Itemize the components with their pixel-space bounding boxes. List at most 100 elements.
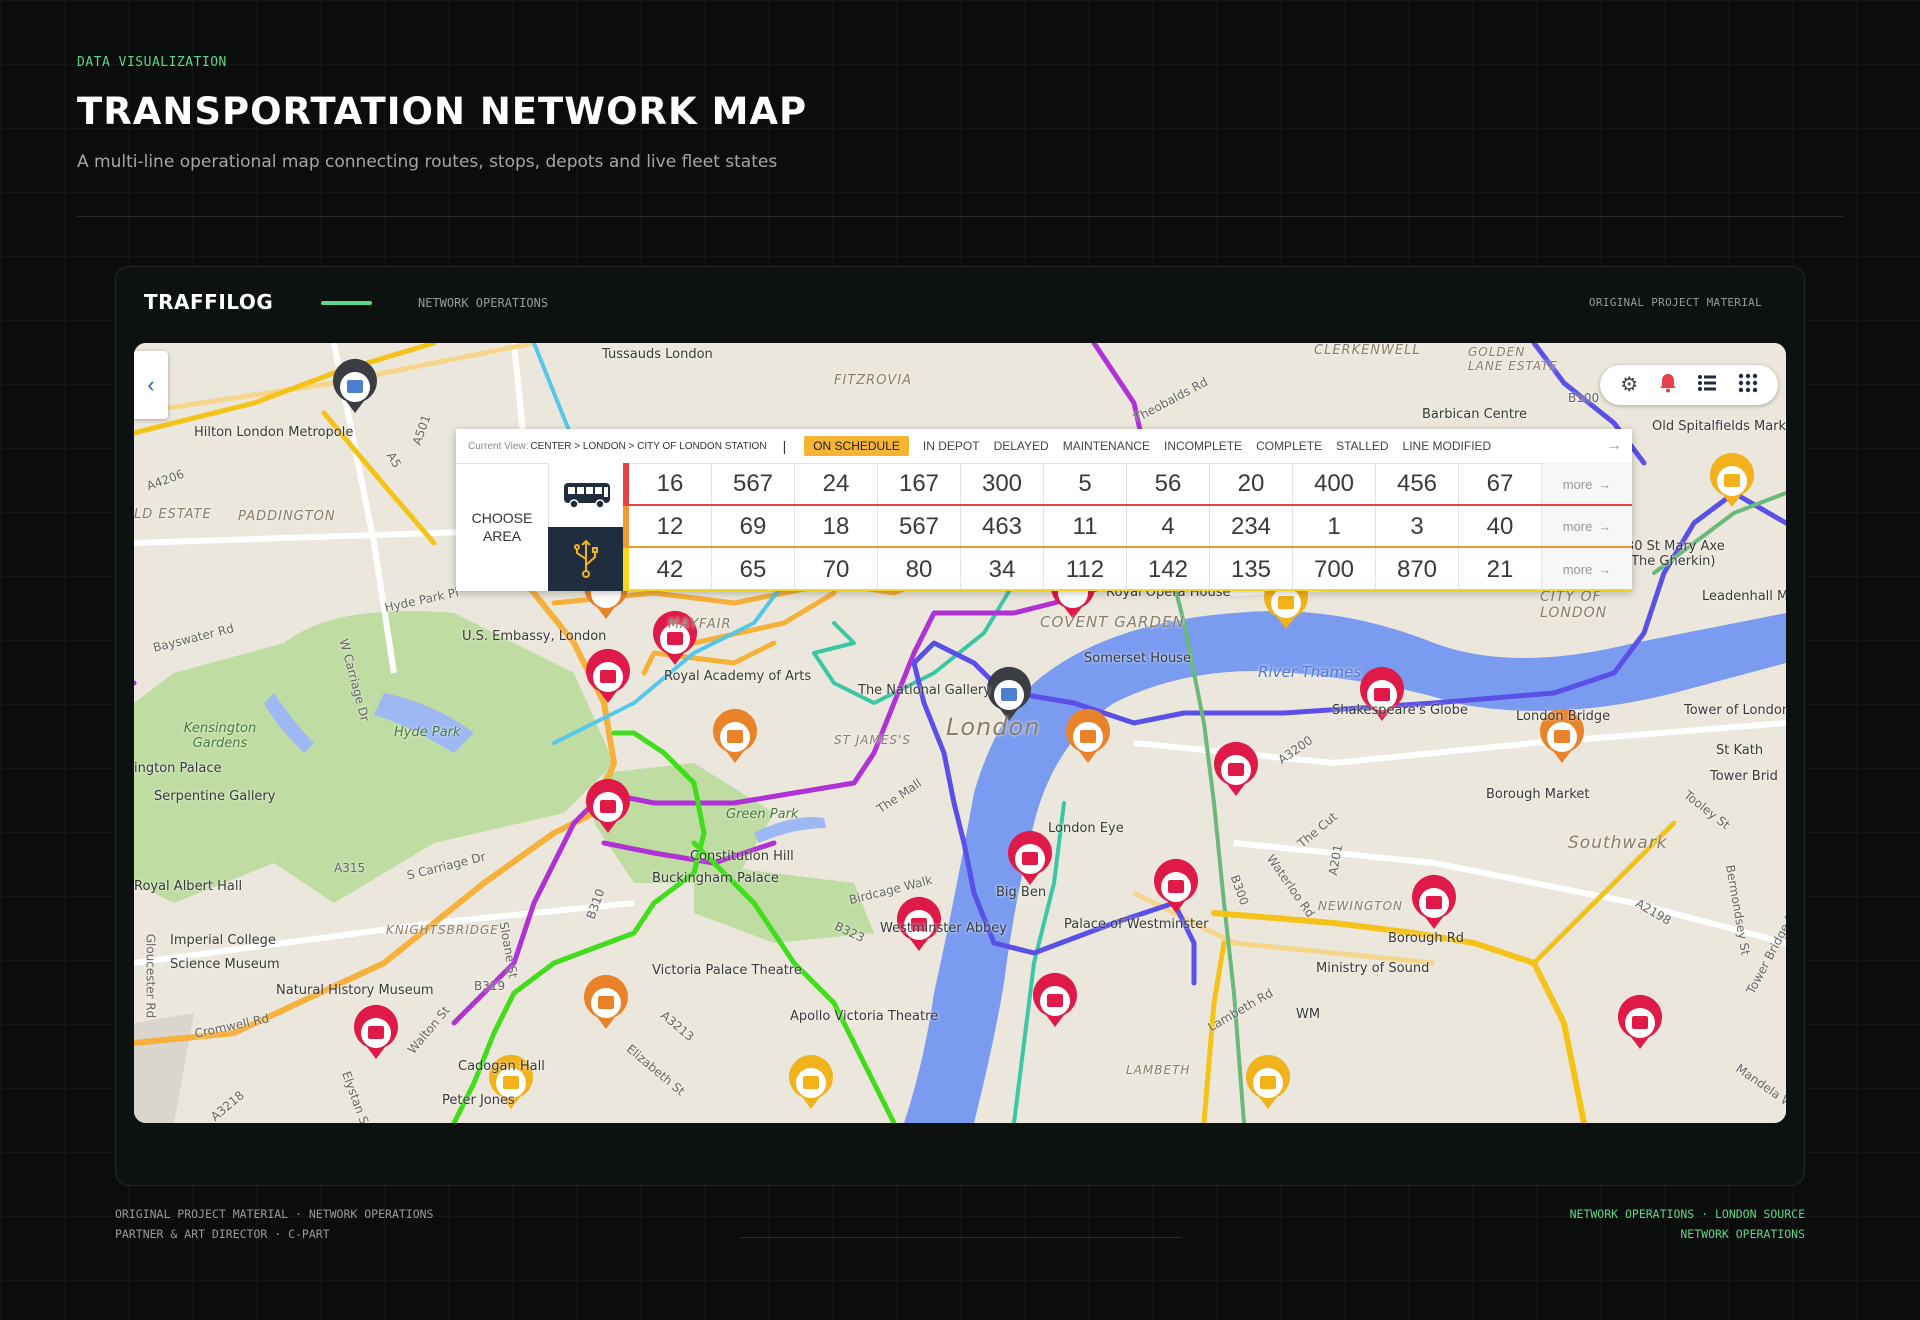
more-link[interactable]: more → <box>1542 505 1632 549</box>
count-cell[interactable]: 700 <box>1293 548 1376 591</box>
status-filter-maintenance[interactable]: MAINTENANCE <box>1063 439 1150 453</box>
map-label: CITY OF LONDON <box>1540 589 1608 621</box>
map-label: WM <box>1296 1007 1321 1022</box>
map-label: London Eye <box>1048 821 1124 836</box>
table-row: 16 567 24 167 300 5 56 20 400 456 67 more → <box>629 463 1632 506</box>
footer-divider <box>740 1237 1182 1238</box>
more-label: more <box>1562 519 1593 535</box>
count-cell[interactable]: 135 <box>1210 548 1293 591</box>
count-cell[interactable]: 167 <box>878 463 961 506</box>
map-label: Kensington Gardens <box>183 721 257 751</box>
map-label: Serpentine Gallery <box>154 789 276 804</box>
more-label: more <box>1562 562 1593 578</box>
status-filter-stalled[interactable]: STALLED <box>1336 439 1388 453</box>
map-label: PADDINGTON <box>238 509 336 524</box>
map-label: Leadenhall M <box>1702 589 1786 604</box>
arrow-right-icon[interactable]: → <box>1606 437 1622 455</box>
map-label: Imperial College <box>170 933 276 948</box>
count-cell[interactable]: 567 <box>712 463 795 506</box>
count-cell[interactable]: 300 <box>961 463 1044 506</box>
divider <box>77 216 1843 217</box>
count-cell[interactable]: 80 <box>878 548 961 591</box>
map-label: LD ESTATE <box>134 507 212 522</box>
count-cell[interactable]: 142 <box>1127 548 1210 591</box>
map-label: St Kath <box>1716 743 1764 758</box>
count-cell[interactable]: 56 <box>1127 463 1210 506</box>
map-label: Constitution Hill <box>690 849 794 864</box>
status-filter-line-modified[interactable]: LINE MODIFIED <box>1403 439 1492 453</box>
footer-left-line1: ORIGINAL PROJECT MATERIAL · NETWORK OPER… <box>115 1207 434 1221</box>
count-cell[interactable]: 11 <box>1044 505 1127 549</box>
count-cell[interactable]: 24 <box>795 463 878 506</box>
map-label: COVENT GARDEN <box>1040 613 1185 631</box>
map-label: 30 St Mary Axe (The Gherkin) <box>1626 539 1725 569</box>
map-label: Cadogan Hall <box>458 1059 545 1074</box>
breadcrumb[interactable]: CENTER > LONDON > CITY OF LONDON STATION <box>530 441 766 452</box>
count-cell[interactable]: 34 <box>961 548 1044 591</box>
table-row: 12 69 18 567 463 11 4 234 1 3 40 more → <box>629 505 1632 549</box>
count-cell[interactable]: 400 <box>1293 463 1376 506</box>
choose-area-button[interactable]: CHOOSE AREA <box>456 463 548 591</box>
bell-icon[interactable] <box>1659 373 1677 397</box>
count-cell[interactable]: 65 <box>712 548 795 591</box>
count-cell[interactable]: 3 <box>1376 505 1459 549</box>
arrow-right-icon: → <box>1598 476 1612 492</box>
map-label: River Thames <box>1258 663 1362 681</box>
panel-topbar: Current View: CENTER > LONDON > CITY OF … <box>456 429 1632 464</box>
page-title: TRANSPORTATION NETWORK MAP <box>77 90 808 133</box>
map-label: Barbican Centre <box>1422 407 1528 422</box>
count-cell[interactable]: 42 <box>629 548 712 591</box>
gear-icon[interactable]: ⚙ <box>1620 375 1638 395</box>
count-cell[interactable]: 463 <box>961 505 1044 549</box>
usb-icon[interactable] <box>548 527 623 591</box>
count-cell[interactable]: 16 <box>629 463 712 506</box>
status-filter-on-schedule[interactable]: ON SCHEDULE <box>804 436 909 456</box>
map-label: The National Gallery <box>858 683 991 698</box>
collapse-back-button[interactable]: ‹ <box>134 351 168 419</box>
footer-right-line2: NETWORK OPERATIONS <box>1680 1227 1805 1241</box>
map-label: Peter Jones <box>442 1093 515 1108</box>
status-filter-incomplete[interactable]: INCOMPLETE <box>1164 439 1242 453</box>
map-label: ington Palace <box>134 761 222 776</box>
breadcrumb-separator: | <box>782 438 787 454</box>
network-map[interactable]: Tussauds London FITZROVIA CLERKENWELL GO… <box>134 343 1786 1123</box>
breadcrumb-label: Current View: <box>468 440 529 452</box>
grid-icon[interactable] <box>1738 373 1758 397</box>
count-cell[interactable]: 67 <box>1459 463 1542 506</box>
vehicle-type-selector <box>548 463 624 591</box>
count-cell[interactable]: 69 <box>712 505 795 549</box>
map-label: Buckingham Palace <box>652 871 779 886</box>
more-link[interactable]: more → <box>1542 548 1632 591</box>
row-underline <box>629 588 1632 591</box>
count-cell[interactable]: 21 <box>1459 548 1542 591</box>
map-label: GOLDEN LANE ESTATE <box>1468 345 1558 373</box>
bus-icon[interactable] <box>548 463 624 527</box>
count-cell[interactable]: 20 <box>1210 463 1293 506</box>
list-icon[interactable] <box>1697 374 1717 396</box>
map-label: Science Museum <box>170 957 280 972</box>
status-filter-complete[interactable]: COMPLETE <box>1256 439 1322 453</box>
fleet-status-panel: Current View: CENTER > LONDON > CITY OF … <box>456 429 1632 591</box>
map-label: CLERKENWELL <box>1314 343 1421 358</box>
map-label: Borough Rd <box>1388 931 1465 946</box>
count-cell[interactable]: 12 <box>629 505 712 549</box>
count-cell[interactable]: 70 <box>795 548 878 591</box>
count-cell[interactable]: 5 <box>1044 463 1127 506</box>
map-label: B319 <box>474 979 506 993</box>
count-cell[interactable]: 112 <box>1044 548 1127 591</box>
count-cell[interactable]: 18 <box>795 505 878 549</box>
count-cell[interactable]: 870 <box>1376 548 1459 591</box>
map-label: Somerset House <box>1084 651 1191 666</box>
status-filter-in-depot[interactable]: IN DEPOT <box>923 439 980 453</box>
count-cell[interactable]: 40 <box>1459 505 1542 549</box>
count-cell[interactable]: 1 <box>1293 505 1376 549</box>
more-link[interactable]: more → <box>1542 463 1632 506</box>
count-cell[interactable]: 567 <box>878 505 961 549</box>
status-filter-delayed[interactable]: DELAYED <box>994 439 1049 453</box>
count-cell[interactable]: 234 <box>1210 505 1293 549</box>
count-cell[interactable]: 456 <box>1376 463 1459 506</box>
count-cell[interactable]: 4 <box>1127 505 1210 549</box>
map-label: Apollo Victoria Theatre <box>790 1009 939 1024</box>
map-label: NEWINGTON <box>1318 899 1403 913</box>
arrow-right-icon: → <box>1598 562 1612 578</box>
